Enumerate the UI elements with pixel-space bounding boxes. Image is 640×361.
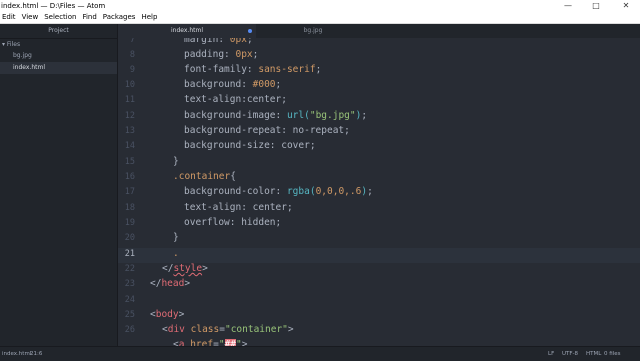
- tree-view: Project ▾ Files bg.jpg index.html: [0, 24, 118, 346]
- code-line-10: background: #000;: [184, 79, 282, 90]
- maximize-button[interactable]: □: [588, 0, 604, 12]
- code-line-14: background-size: cover;: [184, 140, 316, 151]
- line-number: 12: [124, 111, 135, 121]
- line-number: 7: [129, 38, 135, 45]
- menu-help[interactable]: Help: [141, 12, 157, 23]
- code-line-27: <a href="##">: [150, 339, 247, 346]
- status-git-files[interactable]: 0 files: [604, 347, 621, 361]
- code-line-26: <div class="container">: [162, 324, 294, 335]
- code-editor[interactable]: 7 8 9 10 11 12 13 14 15 16 17 18 19 20 2…: [118, 38, 640, 346]
- code-line-23: </head>: [150, 278, 191, 289]
- menu-find[interactable]: Find: [82, 12, 96, 23]
- status-cursor-position[interactable]: 21:6: [30, 347, 42, 361]
- close-button[interactable]: ✕: [618, 0, 634, 12]
- window-title: index.html — D:\Files — Atom: [1, 2, 106, 10]
- code-line-25: <body>: [150, 309, 185, 320]
- tab-label: index.html: [171, 27, 203, 34]
- tree-file-bg-jpg[interactable]: bg.jpg: [0, 50, 117, 62]
- title-bar: index.html — D:\Files — Atom — □ ✕: [0, 0, 640, 12]
- tab-bg-jpg[interactable]: bg.jpg: [258, 24, 368, 38]
- modified-dot-icon: [248, 29, 252, 33]
- code-line-19: overflow: hidden;: [184, 217, 282, 228]
- code-line-13: background-repeat: no-repeat;: [184, 125, 350, 136]
- line-number: 17: [124, 187, 135, 197]
- code-line-20: }: [173, 232, 179, 243]
- code-line-22: </style>: [162, 263, 208, 274]
- line-number: 23: [124, 279, 135, 289]
- code-line-15: }: [173, 156, 179, 167]
- tab-index-html[interactable]: index.html: [118, 24, 256, 38]
- status-file-path[interactable]: index.html: [2, 347, 31, 361]
- status-encoding[interactable]: UTF-8: [562, 347, 578, 361]
- line-number: 13: [124, 126, 135, 136]
- line-number: 15: [124, 157, 135, 167]
- current-line-highlight: [118, 248, 640, 263]
- tree-view-header: Project: [0, 24, 117, 39]
- code-line-12: background-image: url("bg.jpg");: [184, 110, 368, 121]
- line-number: 10: [124, 80, 135, 90]
- menu-packages[interactable]: Packages: [103, 12, 136, 23]
- code-line-8: padding: 0px;: [184, 49, 259, 60]
- line-number: 9: [129, 65, 135, 75]
- status-grammar[interactable]: HTML: [586, 347, 601, 361]
- tree-file-index-html[interactable]: index.html: [0, 62, 117, 74]
- menu-edit[interactable]: Edit: [2, 12, 16, 23]
- code-line-9: font-family: sans-serif;: [184, 64, 322, 75]
- line-number: 26: [124, 325, 135, 335]
- menu-bar: Edit View Selection Find Packages Help: [0, 12, 640, 24]
- tab-bar: index.html bg.jpg: [118, 24, 640, 39]
- code-line-7: margin: 0px;: [184, 38, 253, 45]
- line-number: 24: [124, 295, 135, 305]
- code-line-17: background-color: rgba(0,0,0,.6);: [184, 186, 373, 197]
- project-root-folder[interactable]: ▾ Files: [0, 39, 117, 50]
- line-number: 18: [124, 203, 135, 213]
- menu-view[interactable]: View: [22, 12, 39, 23]
- line-number: 16: [124, 172, 135, 182]
- line-number: 11: [124, 95, 135, 105]
- tab-label: bg.jpg: [303, 27, 323, 34]
- code-line-16: .container{: [173, 171, 236, 182]
- code-line-18: text-align: center;: [184, 202, 293, 213]
- menu-selection[interactable]: Selection: [44, 12, 76, 23]
- line-number: 19: [124, 218, 135, 228]
- line-number-current: 21: [124, 249, 135, 259]
- line-number-gutter: 7 8 9 10 11 12 13 14 15 16 17 18 19 20 2…: [118, 38, 137, 346]
- line-number: 20: [124, 233, 135, 243]
- line-number: 22: [124, 264, 135, 274]
- line-number: 14: [124, 141, 135, 151]
- folder-name: Files: [6, 41, 21, 48]
- code-line-11: text-align:center;: [184, 94, 287, 105]
- code-line-21: .: [173, 248, 179, 259]
- status-line-ending[interactable]: LF: [548, 347, 554, 361]
- line-number: 25: [124, 310, 135, 320]
- status-bar: index.html 21:6 LF UTF-8 HTML 0 files: [0, 346, 640, 361]
- line-number: 8: [129, 50, 135, 60]
- minimize-button[interactable]: —: [560, 0, 576, 12]
